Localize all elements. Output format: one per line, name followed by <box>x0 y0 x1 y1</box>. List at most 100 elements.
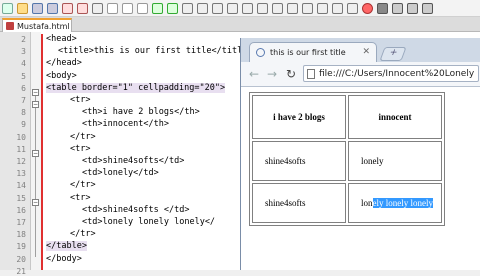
line-number: 15 <box>16 193 26 203</box>
file-tab-label: Mustafa.html <box>17 21 70 31</box>
line-number: 3 <box>21 47 26 57</box>
code-line: </body> <box>46 253 82 264</box>
code-line: <body> <box>46 70 77 81</box>
line-number: 18 <box>16 230 26 240</box>
table-cell: lonely <box>348 141 442 181</box>
forward-button[interactable]: → <box>267 67 277 81</box>
paste-icon[interactable] <box>137 2 148 14</box>
code-line: <tr> <box>70 95 91 105</box>
selected-text: ely lonely lonely <box>372 198 434 208</box>
sync-v-icon[interactable] <box>242 2 253 14</box>
browser-tab[interactable]: this is our first title ✕ <box>249 42 377 62</box>
table-header-cell: i have 2 blogs <box>252 95 346 139</box>
table-cell-selected[interactable]: lonely lonely lonely <box>348 183 442 223</box>
print-icon[interactable] <box>92 2 103 14</box>
save-all-icon[interactable] <box>47 2 58 14</box>
copy-icon[interactable] <box>122 2 133 14</box>
play-macro-icon[interactable] <box>392 2 403 14</box>
code-line: <title>this is our first title</title> <box>58 46 253 57</box>
lang-icon[interactable] <box>317 2 328 14</box>
page-icon <box>307 68 315 79</box>
browser-tab-title: this is our first title <box>270 48 346 57</box>
line-number: 16 <box>16 205 26 215</box>
code-line: <tr> <box>70 143 91 154</box>
file-tab-mustafa[interactable]: Mustafa.html <box>2 18 72 32</box>
line-number: 7 <box>21 96 26 105</box>
editor-toolbar <box>0 0 480 17</box>
line-number: 17 <box>16 218 26 227</box>
code-line: <th>i have 2 blogs</th> <box>82 107 200 118</box>
function-list-icon[interactable] <box>347 2 358 14</box>
doc-map-icon[interactable] <box>332 2 343 14</box>
code-line: </table> <box>46 241 87 252</box>
code-line: </tr> <box>70 180 96 191</box>
table-row: shine4softs lonely <box>252 141 442 181</box>
page-favicon-icon <box>256 48 265 57</box>
line-number: 12 <box>16 157 26 166</box>
run-macro-icon[interactable] <box>407 2 418 14</box>
line-number: 11 <box>16 144 26 154</box>
open-file-icon[interactable] <box>17 2 28 14</box>
cut-icon[interactable] <box>107 2 118 14</box>
address-bar[interactable]: file:///C:/Users/Innocent%20Lonely <box>303 65 479 82</box>
browser-window: this is our first title ✕ + ← → ↻ file:/… <box>240 38 480 270</box>
unsaved-file-icon <box>6 22 14 30</box>
new-file-icon[interactable] <box>2 2 13 14</box>
code-line: </tr> <box>70 229 96 240</box>
code-line: <td>lonely lonely lonely</ <box>82 217 216 227</box>
code-line: </head> <box>46 58 82 69</box>
code-line: <td>shine4softs </td> <box>82 204 190 215</box>
fold-toggle-tr-3[interactable]: − <box>32 199 39 206</box>
fold-toggle-tr-2[interactable]: − <box>32 150 39 157</box>
fold-line <box>35 92 36 257</box>
show-all-chars-icon[interactable] <box>287 2 298 14</box>
line-number: 6 <box>21 83 26 93</box>
stop-macro-icon[interactable] <box>377 2 388 14</box>
table-row: shine4softs lonely lonely lonely <box>252 183 442 223</box>
table-header-cell: innocent <box>348 95 442 139</box>
close-file-icon[interactable] <box>62 2 73 14</box>
new-tab-button[interactable]: + <box>379 47 407 61</box>
zoom-out-icon[interactable] <box>227 2 238 14</box>
line-number: 2 <box>21 35 26 44</box>
page-content: i have 2 blogs innocent shine4softs lone… <box>241 87 480 270</box>
table-cell: shine4softs <box>252 141 346 181</box>
line-number: 4 <box>21 59 26 69</box>
line-number: 13 <box>16 169 26 179</box>
fold-toggle-table[interactable]: − <box>32 89 39 96</box>
undo-icon[interactable] <box>152 2 163 14</box>
line-number: 5 <box>21 71 26 81</box>
back-button[interactable]: ← <box>249 67 259 81</box>
table-header-row: i have 2 blogs innocent <box>252 95 442 139</box>
code-line: <table border="1" cellpadding="20"> <box>46 82 226 93</box>
line-number: 8 <box>21 108 26 118</box>
browser-nav-bar: ← → ↻ file:///C:/Users/Innocent%20Lonely <box>241 62 480 87</box>
record-macro-icon[interactable] <box>362 2 373 14</box>
redo-icon[interactable] <box>167 2 178 14</box>
line-number-gutter: 2 3 4 5 6 7 8 9 10 11 12 13 14 15 16 17 18 19 20 21 <box>0 32 31 276</box>
fold-toggle-tr-1[interactable]: − <box>32 101 39 108</box>
wrap-icon[interactable] <box>272 2 283 14</box>
close-all-icon[interactable] <box>77 2 88 14</box>
code-line: <head> <box>46 34 77 44</box>
address-bar-url: file:///C:/Users/Innocent%20Lonely <box>319 68 475 79</box>
line-number: 20 <box>16 254 26 264</box>
code-line: <th>innocent</th> <box>82 119 169 130</box>
close-tab-icon[interactable]: ✕ <box>362 47 370 57</box>
line-number: 21 <box>16 266 26 276</box>
save-icon[interactable] <box>32 2 43 14</box>
sync-h-icon[interactable] <box>257 2 268 14</box>
code-line: </tr> <box>70 131 96 142</box>
blogs-table: i have 2 blogs innocent shine4softs lone… <box>249 92 445 226</box>
replace-icon[interactable] <box>197 2 208 14</box>
line-number: 9 <box>21 120 26 130</box>
save-macro-icon[interactable] <box>422 2 433 14</box>
table-cell: shine4softs <box>252 183 346 223</box>
indent-guide-icon[interactable] <box>302 2 313 14</box>
unselected-text: lon <box>361 198 373 208</box>
reload-button[interactable]: ↻ <box>286 67 296 81</box>
line-number: 19 <box>16 242 26 252</box>
find-icon[interactable] <box>182 2 193 14</box>
zoom-in-icon[interactable] <box>212 2 223 14</box>
line-number: 14 <box>16 181 26 191</box>
